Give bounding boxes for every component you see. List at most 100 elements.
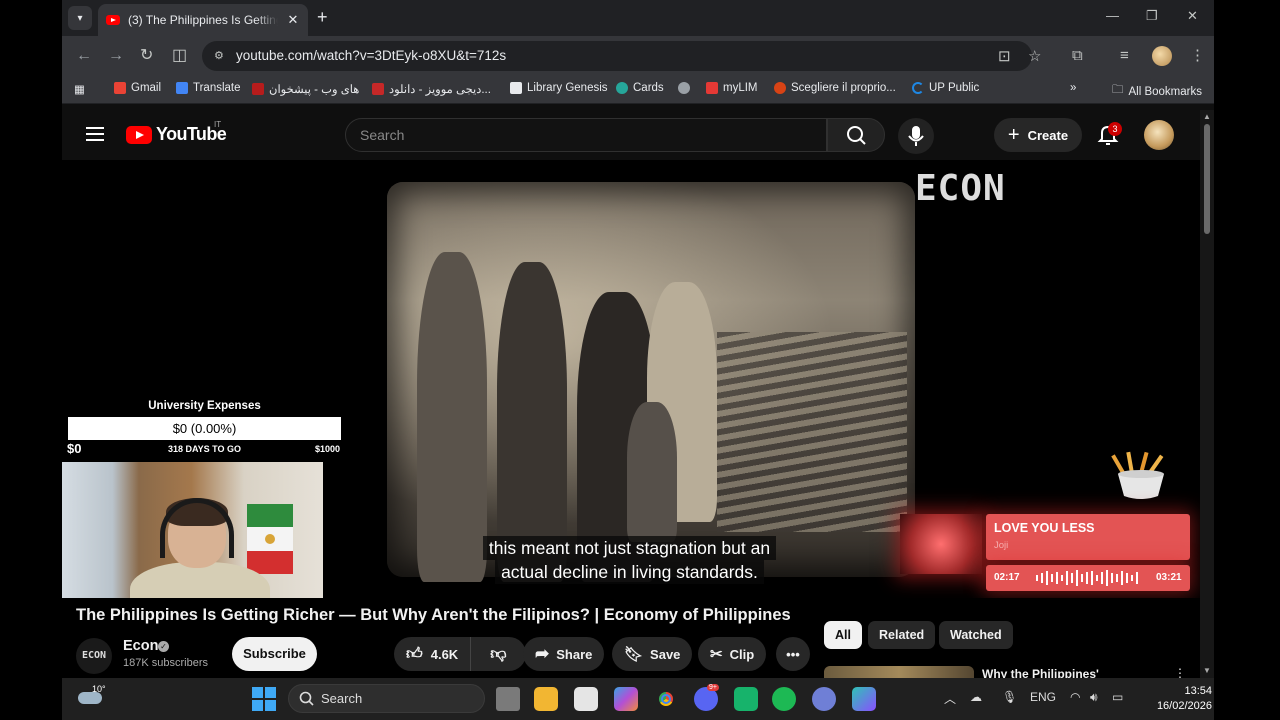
more-actions-button[interactable]: ••• — [776, 637, 810, 671]
dislike-button[interactable]: 👎︎ — [478, 637, 518, 671]
chrome-window: ▾ (3) The Philippines Is Getting Richer … — [62, 0, 1214, 678]
bookmark-library-genesis[interactable]: Library Genesis — [510, 82, 608, 94]
scroll-down-icon[interactable]: ▼ — [1203, 666, 1211, 675]
spotify-icon[interactable] — [772, 687, 796, 711]
extensions-icon[interactable]: ⧉ — [1072, 46, 1083, 66]
goal-days: 318 DAYS TO GO — [167, 444, 242, 454]
bookmark-scegliere[interactable]: Scegliere il proprio... — [774, 82, 896, 94]
plus-icon[interactable]: + — [317, 8, 328, 26]
tab-title: (3) The Philippines Is Getting Richer — … — [128, 13, 278, 27]
country-code: IT — [214, 120, 222, 129]
filter-all[interactable]: All — [824, 621, 862, 649]
all-bookmarks[interactable]: 🗀 All Bookmarks — [1112, 82, 1202, 101]
messaging-icon[interactable] — [734, 687, 758, 711]
media-icon[interactable]: ≡ — [1120, 46, 1129, 66]
recommendation-title[interactable]: Why the Philippines' — [982, 667, 1099, 678]
create-button[interactable]: + Create — [994, 118, 1082, 152]
file-explorer-icon[interactable] — [534, 687, 558, 711]
bookmark-gmail[interactable]: Gmail — [114, 82, 161, 94]
maximize-icon[interactable]: ❐ — [1146, 8, 1158, 24]
menu-icon[interactable] — [86, 127, 104, 141]
youtube-logo[interactable]: YouTube — [126, 124, 227, 145]
video-player[interactable]: ECON University Expenses $0 (0.00%) $0 3… — [62, 160, 1200, 598]
chrome-icon[interactable] — [654, 687, 678, 711]
onedrive-icon[interactable]: ☁ — [970, 690, 982, 704]
like-button[interactable]: 👍︎ 4.6K — [394, 637, 472, 671]
like-dislike-group: 👍︎ 4.6K 👎︎ — [394, 637, 526, 671]
bookmark-web[interactable]: های وب - پیشخوان — [252, 82, 359, 96]
close-icon[interactable]: ✕ — [286, 12, 300, 28]
volume-icon[interactable]: 🔊︎ — [1090, 690, 1098, 705]
clock-date: 16/02/2026 — [1156, 700, 1212, 712]
minimize-icon[interactable]: — — [1106, 8, 1119, 23]
site-info-icon[interactable]: ⚙ — [214, 49, 226, 62]
filter-watched[interactable]: Watched — [939, 621, 1013, 649]
bookmark-up-public[interactable]: UP Public — [912, 82, 979, 94]
forward-icon[interactable]: → — [108, 46, 124, 66]
channel-watermark: ECON — [915, 168, 1006, 209]
scrollbar-thumb[interactable] — [1204, 124, 1210, 234]
folder-icon: 🗀 — [1112, 84, 1124, 96]
taskbar-search[interactable]: Search — [288, 684, 485, 713]
reload-icon[interactable]: ↻ — [140, 46, 153, 66]
scroll-up-icon[interactable]: ▲ — [1203, 112, 1211, 121]
save-label: Save — [650, 646, 681, 662]
channel-name[interactable]: Econ — [123, 638, 158, 654]
subscribe-button[interactable]: Subscribe — [232, 637, 317, 671]
youtube-favicon-icon — [106, 15, 120, 25]
mic-icon — [908, 126, 924, 146]
windows-logo-icon — [252, 687, 263, 698]
page-scrollbar[interactable]: ▲ ▼ — [1200, 110, 1214, 678]
wifi-icon[interactable]: ◠ — [1070, 690, 1080, 704]
tab-youtube[interactable]: (3) The Philippines Is Getting Richer — … — [98, 4, 308, 36]
install-icon[interactable]: ⊡ — [998, 47, 1011, 65]
vpn-icon[interactable] — [852, 687, 876, 711]
bookmark-mylim[interactable]: myLIM — [706, 82, 758, 94]
more-vertical-icon[interactable]: ⋮ — [1174, 666, 1186, 678]
split-view-icon[interactable]: ◫ — [172, 46, 187, 66]
cards-icon — [616, 82, 628, 94]
goal-value: $0 (0.00%) — [172, 421, 237, 436]
store-icon[interactable] — [574, 687, 598, 711]
translate-icon — [176, 82, 188, 94]
bookmark-cards[interactable]: Cards — [616, 82, 664, 94]
address-bar[interactable]: ⚙ youtube.com/watch?v=3DtEyk-o8XU&t=712s… — [202, 41, 1041, 71]
start-button[interactable] — [252, 687, 276, 711]
microphone-icon[interactable]: 🎙︎ — [1002, 690, 1017, 704]
recommendation-thumbnail[interactable] — [824, 666, 974, 678]
more-icon[interactable]: ⋮ — [1190, 46, 1205, 66]
save-button[interactable]: 🔖︎ Save — [612, 637, 693, 671]
gmail-icon — [114, 82, 126, 94]
profile-avatar[interactable] — [1152, 46, 1172, 66]
clock[interactable]: 13:54 16/02/2026 — [1132, 684, 1212, 714]
chevron-right-icon[interactable]: » — [1070, 82, 1076, 94]
song-artist: Joji — [994, 540, 1009, 551]
window-close-icon[interactable]: ✕ — [1187, 8, 1198, 24]
channel-avatar[interactable]: ECON — [76, 638, 112, 674]
task-view-icon[interactable] — [496, 687, 520, 711]
search-input[interactable]: Search — [345, 118, 827, 152]
voice-search-button[interactable] — [898, 118, 934, 154]
globe-icon[interactable] — [678, 82, 690, 94]
account-avatar[interactable] — [1144, 120, 1174, 150]
tab-search-icon[interactable]: ▾ — [68, 6, 92, 30]
clip-button[interactable]: ✂ Clip — [698, 637, 767, 671]
video-title: The Philippines Is Getting Richer — But … — [76, 606, 791, 624]
apps-icon[interactable]: ▦ — [74, 82, 85, 96]
chevron-up-icon[interactable]: ︿ — [944, 690, 956, 707]
star-icon[interactable]: ☆ — [1028, 47, 1041, 65]
battery-icon[interactable]: ▭ — [1112, 690, 1123, 704]
office-icon[interactable] — [614, 687, 638, 711]
tab-strip: ▾ (3) The Philippines Is Getting Richer … — [62, 0, 1214, 36]
app-icon[interactable] — [812, 687, 836, 711]
youtube-play-icon — [126, 125, 152, 144]
bookmark-translate[interactable]: Translate — [176, 82, 241, 94]
now-playing-card: LOVE YOU LESS Joji — [986, 514, 1190, 560]
digimovies-icon — [372, 83, 384, 95]
search-button[interactable] — [827, 118, 885, 152]
back-icon[interactable]: ← — [76, 46, 92, 66]
language-indicator[interactable]: ENG — [1030, 690, 1056, 704]
filter-related[interactable]: Related — [868, 621, 936, 649]
share-button[interactable]: ➦ Share — [523, 637, 605, 671]
bookmark-digimovies[interactable]: دیجی موویز - دانلود... — [372, 82, 491, 96]
